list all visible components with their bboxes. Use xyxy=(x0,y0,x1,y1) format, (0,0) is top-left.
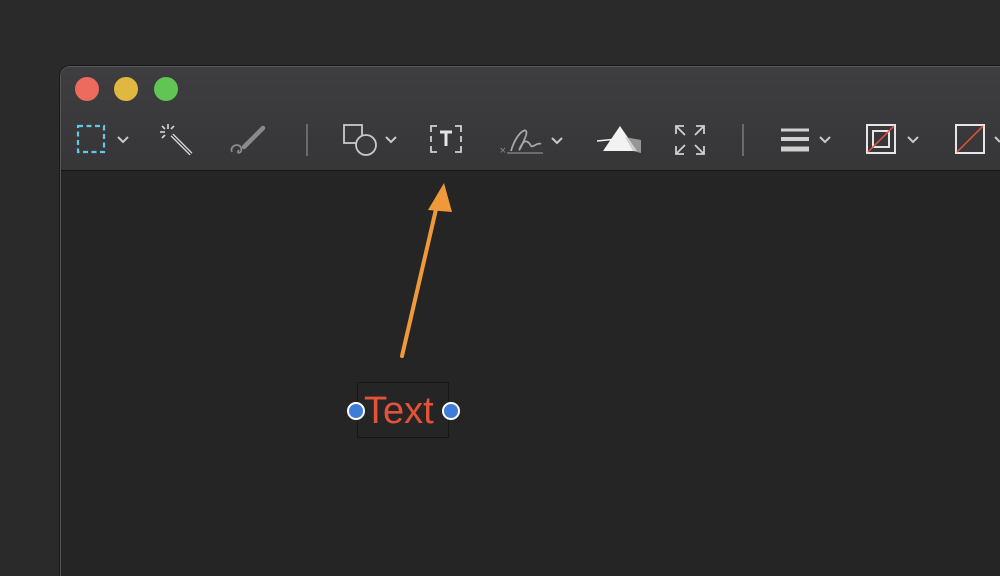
shapes-button[interactable] xyxy=(341,121,405,159)
toolbar: × xyxy=(61,67,1000,171)
close-button[interactable] xyxy=(75,77,99,101)
signature-icon: × xyxy=(499,129,563,156)
chevron-down-icon xyxy=(907,136,919,144)
chevron-down-icon xyxy=(117,136,129,144)
line-weight-icon xyxy=(781,128,831,152)
preview-window: × Text xyxy=(60,66,1000,576)
magic-wand-icon xyxy=(160,124,193,156)
border-color-button[interactable] xyxy=(865,123,927,157)
sketch-pen-icon xyxy=(230,125,266,154)
shapes-icon xyxy=(343,124,397,156)
chevron-down-icon xyxy=(819,136,831,144)
svg-text:×: × xyxy=(499,146,507,156)
minimize-button[interactable] xyxy=(114,77,138,101)
resize-handle-left[interactable] xyxy=(347,402,365,420)
text-annotation-box[interactable]: Text xyxy=(357,382,449,438)
adjust-size-button[interactable] xyxy=(673,123,707,157)
zoom-button[interactable] xyxy=(154,77,178,101)
expand-arrows-icon xyxy=(675,125,705,155)
selection-tool-button[interactable] xyxy=(75,123,135,157)
chevron-down-icon xyxy=(994,136,1000,143)
desktop: × Text xyxy=(0,0,1000,576)
fill-color-icon xyxy=(955,124,1000,154)
sign-button[interactable]: × xyxy=(497,120,571,160)
text-box-icon xyxy=(430,125,462,153)
border-color-icon xyxy=(866,124,919,154)
dashed-rect-icon xyxy=(76,124,129,154)
instant-alpha-button[interactable] xyxy=(158,122,198,158)
shape-style-button[interactable] xyxy=(779,125,839,157)
toolbar-separator xyxy=(306,124,308,156)
toolbar-separator xyxy=(742,124,744,156)
resize-handle-right[interactable] xyxy=(442,402,460,420)
adjust-color-button[interactable] xyxy=(597,123,643,155)
document-canvas[interactable]: Text xyxy=(61,171,1000,576)
chevron-down-icon xyxy=(551,137,563,145)
fill-color-button[interactable] xyxy=(954,123,1000,157)
text-tool-button[interactable] xyxy=(427,122,465,158)
prism-icon xyxy=(597,126,641,153)
chevron-down-icon xyxy=(385,136,397,144)
text-annotation[interactable]: Text xyxy=(364,389,434,433)
sketch-button[interactable] xyxy=(227,122,271,158)
